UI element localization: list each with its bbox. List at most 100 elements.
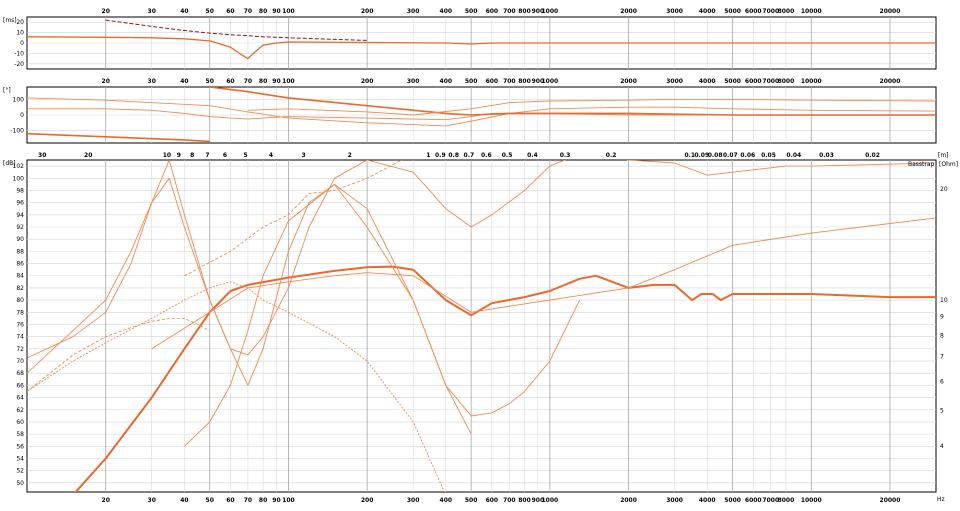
chart-root: 20 10 0 -10 -20 20 30 40 50 60 70 80 90 100 200 300 400 5… xyxy=(0,0,960,511)
y-tick-label: 94 xyxy=(16,212,24,219)
x-tick-label: 20 xyxy=(102,8,110,15)
y-tick-label: 56 xyxy=(16,443,24,450)
y-tick-label: 0 xyxy=(20,40,24,47)
x-tick-label: 800 xyxy=(518,497,531,504)
x-tick-label: 200 xyxy=(361,497,374,504)
x-tick-label: 700 xyxy=(503,8,516,15)
x-tick-label: 90 xyxy=(272,78,280,85)
y-tick-label: 68 xyxy=(16,370,24,377)
y-axis-unit: [°] xyxy=(3,87,11,94)
x-tick-label: 70 xyxy=(244,78,252,85)
x-tick-label: 500 xyxy=(465,8,478,15)
x-tick-label: 6000 xyxy=(745,8,762,15)
x-tick-label: 80 xyxy=(259,497,267,504)
x-tick-label: 60 xyxy=(226,78,234,85)
wavelength-tick-label: 2 xyxy=(348,152,352,159)
wavelength-tick-label: 0.5 xyxy=(502,152,513,159)
x-tick-label: 20000 xyxy=(880,497,901,504)
y-tick-label: 54 xyxy=(16,455,24,462)
y-tick-label: 84 xyxy=(16,273,24,280)
x-tick-label: 20000 xyxy=(880,78,901,85)
x-tick-label: 100 xyxy=(282,78,295,85)
x-tick-label: 20 xyxy=(102,497,110,504)
y-tick-label: -20 xyxy=(14,61,24,68)
panel-top-group-delay: 20100-10-2020 30 40 50 60 70 80 90 100 200 300 400 5… xyxy=(3,8,937,70)
wavelength-tick-label: 0.4 xyxy=(527,152,538,159)
wavelength-tick-label: 0.3 xyxy=(560,152,571,159)
panel-main-spl: 1021009896949290888684828078767472706866… xyxy=(3,152,958,504)
wavelength-tick-label: 6 xyxy=(223,152,227,159)
panel-middle-phase: 1000-10020 30 40 50 60 70 80 90 100 200 300 400 500 6… xyxy=(3,78,937,144)
x-tick-label: 70 xyxy=(244,8,252,15)
wavelength-tick-label: 0.03 xyxy=(819,152,834,159)
y-tick-label: 66 xyxy=(16,382,24,389)
x-tick-label: 90 xyxy=(272,8,280,15)
x-tick-label: 40 xyxy=(180,497,188,504)
y-tick-label: 92 xyxy=(16,224,24,231)
y-axis-unit: [dB] xyxy=(3,160,16,167)
y-tick-label: 76 xyxy=(16,321,24,328)
x-tick-label: 400 xyxy=(440,497,453,504)
x-tick-label: 20 xyxy=(102,78,110,85)
wavelength-tick-label: 4 xyxy=(269,152,273,159)
y-tick-label: 52 xyxy=(16,468,24,475)
y-tick-label: -100 xyxy=(10,128,24,135)
y-tick-label: 62 xyxy=(16,407,24,414)
wavelength-tick-label: 0.8 xyxy=(448,152,459,159)
x-tick-label: 40 xyxy=(180,8,188,15)
x-tick-label: 40 xyxy=(180,78,188,85)
x-tick-label: 8000 xyxy=(778,78,795,85)
x-tick-label: 80 xyxy=(259,8,267,15)
x-tick-label: 1000 xyxy=(541,497,558,504)
wavelength-tick-label: 20 xyxy=(84,152,92,159)
wavelength-tick-label: 0.07 xyxy=(723,152,738,159)
wavelength-tick-label: 3 xyxy=(302,152,306,159)
y-tick-label: 82 xyxy=(16,285,24,292)
x-tick-label: 700 xyxy=(503,497,516,504)
y2-tick-label: 10 xyxy=(940,297,948,304)
x-tick-label: 4000 xyxy=(699,78,716,85)
legend-stub: Basstrap xyxy=(908,161,935,168)
y-tick-label: -10 xyxy=(14,50,24,57)
x-tick-label: 300 xyxy=(407,8,420,15)
x-tick-label: 70 xyxy=(244,497,252,504)
wavelength-tick-label: 0.7 xyxy=(464,152,475,159)
x-tick-label: 8000 xyxy=(778,8,795,15)
y2-axis-unit: [Ohm] xyxy=(939,161,958,168)
y-tick-label: 58 xyxy=(16,431,24,438)
x-tick-label: 500 xyxy=(465,78,478,85)
y2-tick-label: 8 xyxy=(940,332,944,339)
x-tick-label: 5000 xyxy=(724,78,741,85)
x-tick-label: 4000 xyxy=(699,8,716,15)
x-tick-label: 50 xyxy=(206,78,214,85)
x-tick-label: 500 xyxy=(465,497,478,504)
y-tick-label: 100 xyxy=(13,96,25,103)
x-tick-label: 60 xyxy=(226,8,234,15)
wavelength-tick-label: 10 xyxy=(163,152,171,159)
x-tick-label: 600 xyxy=(486,78,499,85)
y-tick-label: 10 xyxy=(16,30,24,37)
x-tick-label: 600 xyxy=(486,497,499,504)
y-tick-label: 74 xyxy=(16,334,24,341)
x-tick-label: 30 xyxy=(148,78,156,85)
x-tick-label: 2000 xyxy=(620,78,637,85)
wavelength-unit: [m] xyxy=(938,152,949,159)
y-tick-label: 70 xyxy=(16,358,24,365)
x-tick-label: 400 xyxy=(440,8,453,15)
y-tick-label: 20 xyxy=(16,19,24,26)
x-tick-label: 200 xyxy=(361,78,374,85)
frequency-response-chart: 20100-10-2020 30 40 50 60 70 80 90 100 200 300 400 5… xyxy=(3,8,958,504)
x-tick-label: 80 xyxy=(259,78,267,85)
x-tick-label: 10000 xyxy=(801,78,822,85)
x-tick-label: 2000 xyxy=(620,8,637,15)
x-tick-label: 300 xyxy=(407,78,420,85)
x-tick-label: 300 xyxy=(407,497,420,504)
x-tick-label: 100 xyxy=(282,497,295,504)
y2-tick-label: 7 xyxy=(940,354,944,361)
x-tick-label: 3000 xyxy=(666,8,683,15)
x-tick-label: 50 xyxy=(206,497,214,504)
y-tick-label: 100 xyxy=(13,175,25,182)
wavelength-tick-label: 0.08 xyxy=(708,152,723,159)
plot-frame xyxy=(26,159,937,493)
y-tick-label: 72 xyxy=(16,346,24,353)
